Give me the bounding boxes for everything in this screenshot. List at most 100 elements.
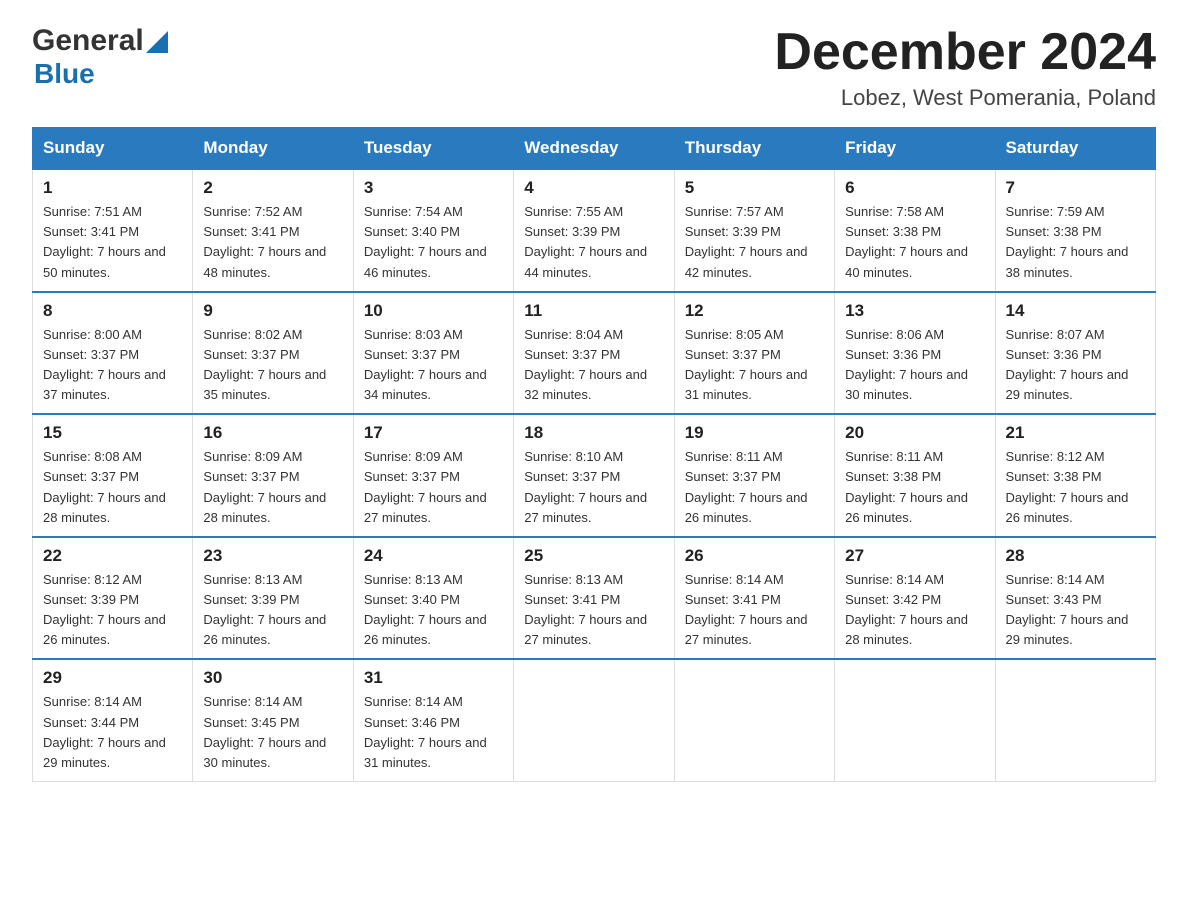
day-number: 19 bbox=[685, 423, 824, 443]
table-row: 27 Sunrise: 8:14 AMSunset: 3:42 PMDaylig… bbox=[835, 537, 995, 660]
day-number: 21 bbox=[1006, 423, 1145, 443]
day-number: 1 bbox=[43, 178, 182, 198]
header-tuesday: Tuesday bbox=[353, 128, 513, 170]
table-row: 5 Sunrise: 7:57 AMSunset: 3:39 PMDayligh… bbox=[674, 169, 834, 292]
day-number: 28 bbox=[1006, 546, 1145, 566]
day-number: 22 bbox=[43, 546, 182, 566]
table-row: 24 Sunrise: 8:13 AMSunset: 3:40 PMDaylig… bbox=[353, 537, 513, 660]
logo-general-text: General bbox=[32, 24, 144, 58]
day-info: Sunrise: 8:14 AMSunset: 3:44 PMDaylight:… bbox=[43, 694, 166, 769]
calendar-header-row: Sunday Monday Tuesday Wednesday Thursday… bbox=[33, 128, 1156, 170]
day-number: 30 bbox=[203, 668, 342, 688]
logo-triangle-icon bbox=[146, 31, 168, 53]
header-friday: Friday bbox=[835, 128, 995, 170]
table-row: 11 Sunrise: 8:04 AMSunset: 3:37 PMDaylig… bbox=[514, 292, 674, 415]
table-row: 4 Sunrise: 7:55 AMSunset: 3:39 PMDayligh… bbox=[514, 169, 674, 292]
day-info: Sunrise: 8:12 AMSunset: 3:39 PMDaylight:… bbox=[43, 572, 166, 647]
day-info: Sunrise: 8:13 AMSunset: 3:41 PMDaylight:… bbox=[524, 572, 647, 647]
header-thursday: Thursday bbox=[674, 128, 834, 170]
table-row: 23 Sunrise: 8:13 AMSunset: 3:39 PMDaylig… bbox=[193, 537, 353, 660]
day-info: Sunrise: 8:14 AMSunset: 3:45 PMDaylight:… bbox=[203, 694, 326, 769]
table-row: 22 Sunrise: 8:12 AMSunset: 3:39 PMDaylig… bbox=[33, 537, 193, 660]
week-row-4: 22 Sunrise: 8:12 AMSunset: 3:39 PMDaylig… bbox=[33, 537, 1156, 660]
table-row: 16 Sunrise: 8:09 AMSunset: 3:37 PMDaylig… bbox=[193, 414, 353, 537]
day-info: Sunrise: 8:14 AMSunset: 3:42 PMDaylight:… bbox=[845, 572, 968, 647]
day-number: 5 bbox=[685, 178, 824, 198]
day-info: Sunrise: 7:54 AMSunset: 3:40 PMDaylight:… bbox=[364, 204, 487, 279]
day-number: 9 bbox=[203, 301, 342, 321]
day-info: Sunrise: 8:11 AMSunset: 3:38 PMDaylight:… bbox=[845, 449, 968, 524]
logo: General Blue bbox=[32, 24, 168, 90]
day-info: Sunrise: 8:07 AMSunset: 3:36 PMDaylight:… bbox=[1006, 327, 1129, 402]
month-title: December 2024 bbox=[774, 24, 1156, 81]
header-wednesday: Wednesday bbox=[514, 128, 674, 170]
day-info: Sunrise: 8:12 AMSunset: 3:38 PMDaylight:… bbox=[1006, 449, 1129, 524]
day-info: Sunrise: 7:52 AMSunset: 3:41 PMDaylight:… bbox=[203, 204, 326, 279]
day-number: 20 bbox=[845, 423, 984, 443]
table-row: 8 Sunrise: 8:00 AMSunset: 3:37 PMDayligh… bbox=[33, 292, 193, 415]
day-number: 12 bbox=[685, 301, 824, 321]
day-info: Sunrise: 8:02 AMSunset: 3:37 PMDaylight:… bbox=[203, 327, 326, 402]
table-row: 21 Sunrise: 8:12 AMSunset: 3:38 PMDaylig… bbox=[995, 414, 1155, 537]
table-row: 1 Sunrise: 7:51 AMSunset: 3:41 PMDayligh… bbox=[33, 169, 193, 292]
table-row: 31 Sunrise: 8:14 AMSunset: 3:46 PMDaylig… bbox=[353, 659, 513, 781]
day-info: Sunrise: 8:13 AMSunset: 3:39 PMDaylight:… bbox=[203, 572, 326, 647]
table-row bbox=[995, 659, 1155, 781]
day-info: Sunrise: 7:51 AMSunset: 3:41 PMDaylight:… bbox=[43, 204, 166, 279]
table-row bbox=[674, 659, 834, 781]
day-info: Sunrise: 8:13 AMSunset: 3:40 PMDaylight:… bbox=[364, 572, 487, 647]
day-number: 2 bbox=[203, 178, 342, 198]
table-row: 10 Sunrise: 8:03 AMSunset: 3:37 PMDaylig… bbox=[353, 292, 513, 415]
table-row: 13 Sunrise: 8:06 AMSunset: 3:36 PMDaylig… bbox=[835, 292, 995, 415]
week-row-5: 29 Sunrise: 8:14 AMSunset: 3:44 PMDaylig… bbox=[33, 659, 1156, 781]
day-info: Sunrise: 8:06 AMSunset: 3:36 PMDaylight:… bbox=[845, 327, 968, 402]
table-row: 12 Sunrise: 8:05 AMSunset: 3:37 PMDaylig… bbox=[674, 292, 834, 415]
day-info: Sunrise: 8:03 AMSunset: 3:37 PMDaylight:… bbox=[364, 327, 487, 402]
day-number: 26 bbox=[685, 546, 824, 566]
calendar-table: Sunday Monday Tuesday Wednesday Thursday… bbox=[32, 127, 1156, 782]
day-number: 15 bbox=[43, 423, 182, 443]
day-number: 8 bbox=[43, 301, 182, 321]
day-number: 4 bbox=[524, 178, 663, 198]
day-info: Sunrise: 7:57 AMSunset: 3:39 PMDaylight:… bbox=[685, 204, 808, 279]
day-number: 3 bbox=[364, 178, 503, 198]
table-row: 9 Sunrise: 8:02 AMSunset: 3:37 PMDayligh… bbox=[193, 292, 353, 415]
day-number: 25 bbox=[524, 546, 663, 566]
logo-blue-text: Blue bbox=[34, 58, 168, 90]
table-row: 6 Sunrise: 7:58 AMSunset: 3:38 PMDayligh… bbox=[835, 169, 995, 292]
day-number: 7 bbox=[1006, 178, 1145, 198]
day-info: Sunrise: 8:14 AMSunset: 3:41 PMDaylight:… bbox=[685, 572, 808, 647]
table-row: 18 Sunrise: 8:10 AMSunset: 3:37 PMDaylig… bbox=[514, 414, 674, 537]
day-info: Sunrise: 8:14 AMSunset: 3:43 PMDaylight:… bbox=[1006, 572, 1129, 647]
table-row: 2 Sunrise: 7:52 AMSunset: 3:41 PMDayligh… bbox=[193, 169, 353, 292]
day-info: Sunrise: 8:11 AMSunset: 3:37 PMDaylight:… bbox=[685, 449, 808, 524]
table-row: 19 Sunrise: 8:11 AMSunset: 3:37 PMDaylig… bbox=[674, 414, 834, 537]
day-number: 27 bbox=[845, 546, 984, 566]
day-info: Sunrise: 8:05 AMSunset: 3:37 PMDaylight:… bbox=[685, 327, 808, 402]
day-number: 13 bbox=[845, 301, 984, 321]
day-number: 16 bbox=[203, 423, 342, 443]
page-header: General Blue December 2024 Lobez, West P… bbox=[32, 24, 1156, 111]
day-info: Sunrise: 8:14 AMSunset: 3:46 PMDaylight:… bbox=[364, 694, 487, 769]
week-row-1: 1 Sunrise: 7:51 AMSunset: 3:41 PMDayligh… bbox=[33, 169, 1156, 292]
day-info: Sunrise: 8:09 AMSunset: 3:37 PMDaylight:… bbox=[364, 449, 487, 524]
table-row: 28 Sunrise: 8:14 AMSunset: 3:43 PMDaylig… bbox=[995, 537, 1155, 660]
day-info: Sunrise: 8:00 AMSunset: 3:37 PMDaylight:… bbox=[43, 327, 166, 402]
day-number: 11 bbox=[524, 301, 663, 321]
day-number: 24 bbox=[364, 546, 503, 566]
table-row: 26 Sunrise: 8:14 AMSunset: 3:41 PMDaylig… bbox=[674, 537, 834, 660]
day-number: 10 bbox=[364, 301, 503, 321]
table-row: 25 Sunrise: 8:13 AMSunset: 3:41 PMDaylig… bbox=[514, 537, 674, 660]
day-info: Sunrise: 8:10 AMSunset: 3:37 PMDaylight:… bbox=[524, 449, 647, 524]
header-monday: Monday bbox=[193, 128, 353, 170]
day-number: 17 bbox=[364, 423, 503, 443]
table-row: 14 Sunrise: 8:07 AMSunset: 3:36 PMDaylig… bbox=[995, 292, 1155, 415]
table-row bbox=[514, 659, 674, 781]
table-row: 29 Sunrise: 8:14 AMSunset: 3:44 PMDaylig… bbox=[33, 659, 193, 781]
table-row: 3 Sunrise: 7:54 AMSunset: 3:40 PMDayligh… bbox=[353, 169, 513, 292]
day-info: Sunrise: 8:08 AMSunset: 3:37 PMDaylight:… bbox=[43, 449, 166, 524]
table-row: 15 Sunrise: 8:08 AMSunset: 3:37 PMDaylig… bbox=[33, 414, 193, 537]
day-number: 23 bbox=[203, 546, 342, 566]
day-number: 14 bbox=[1006, 301, 1145, 321]
day-info: Sunrise: 8:04 AMSunset: 3:37 PMDaylight:… bbox=[524, 327, 647, 402]
